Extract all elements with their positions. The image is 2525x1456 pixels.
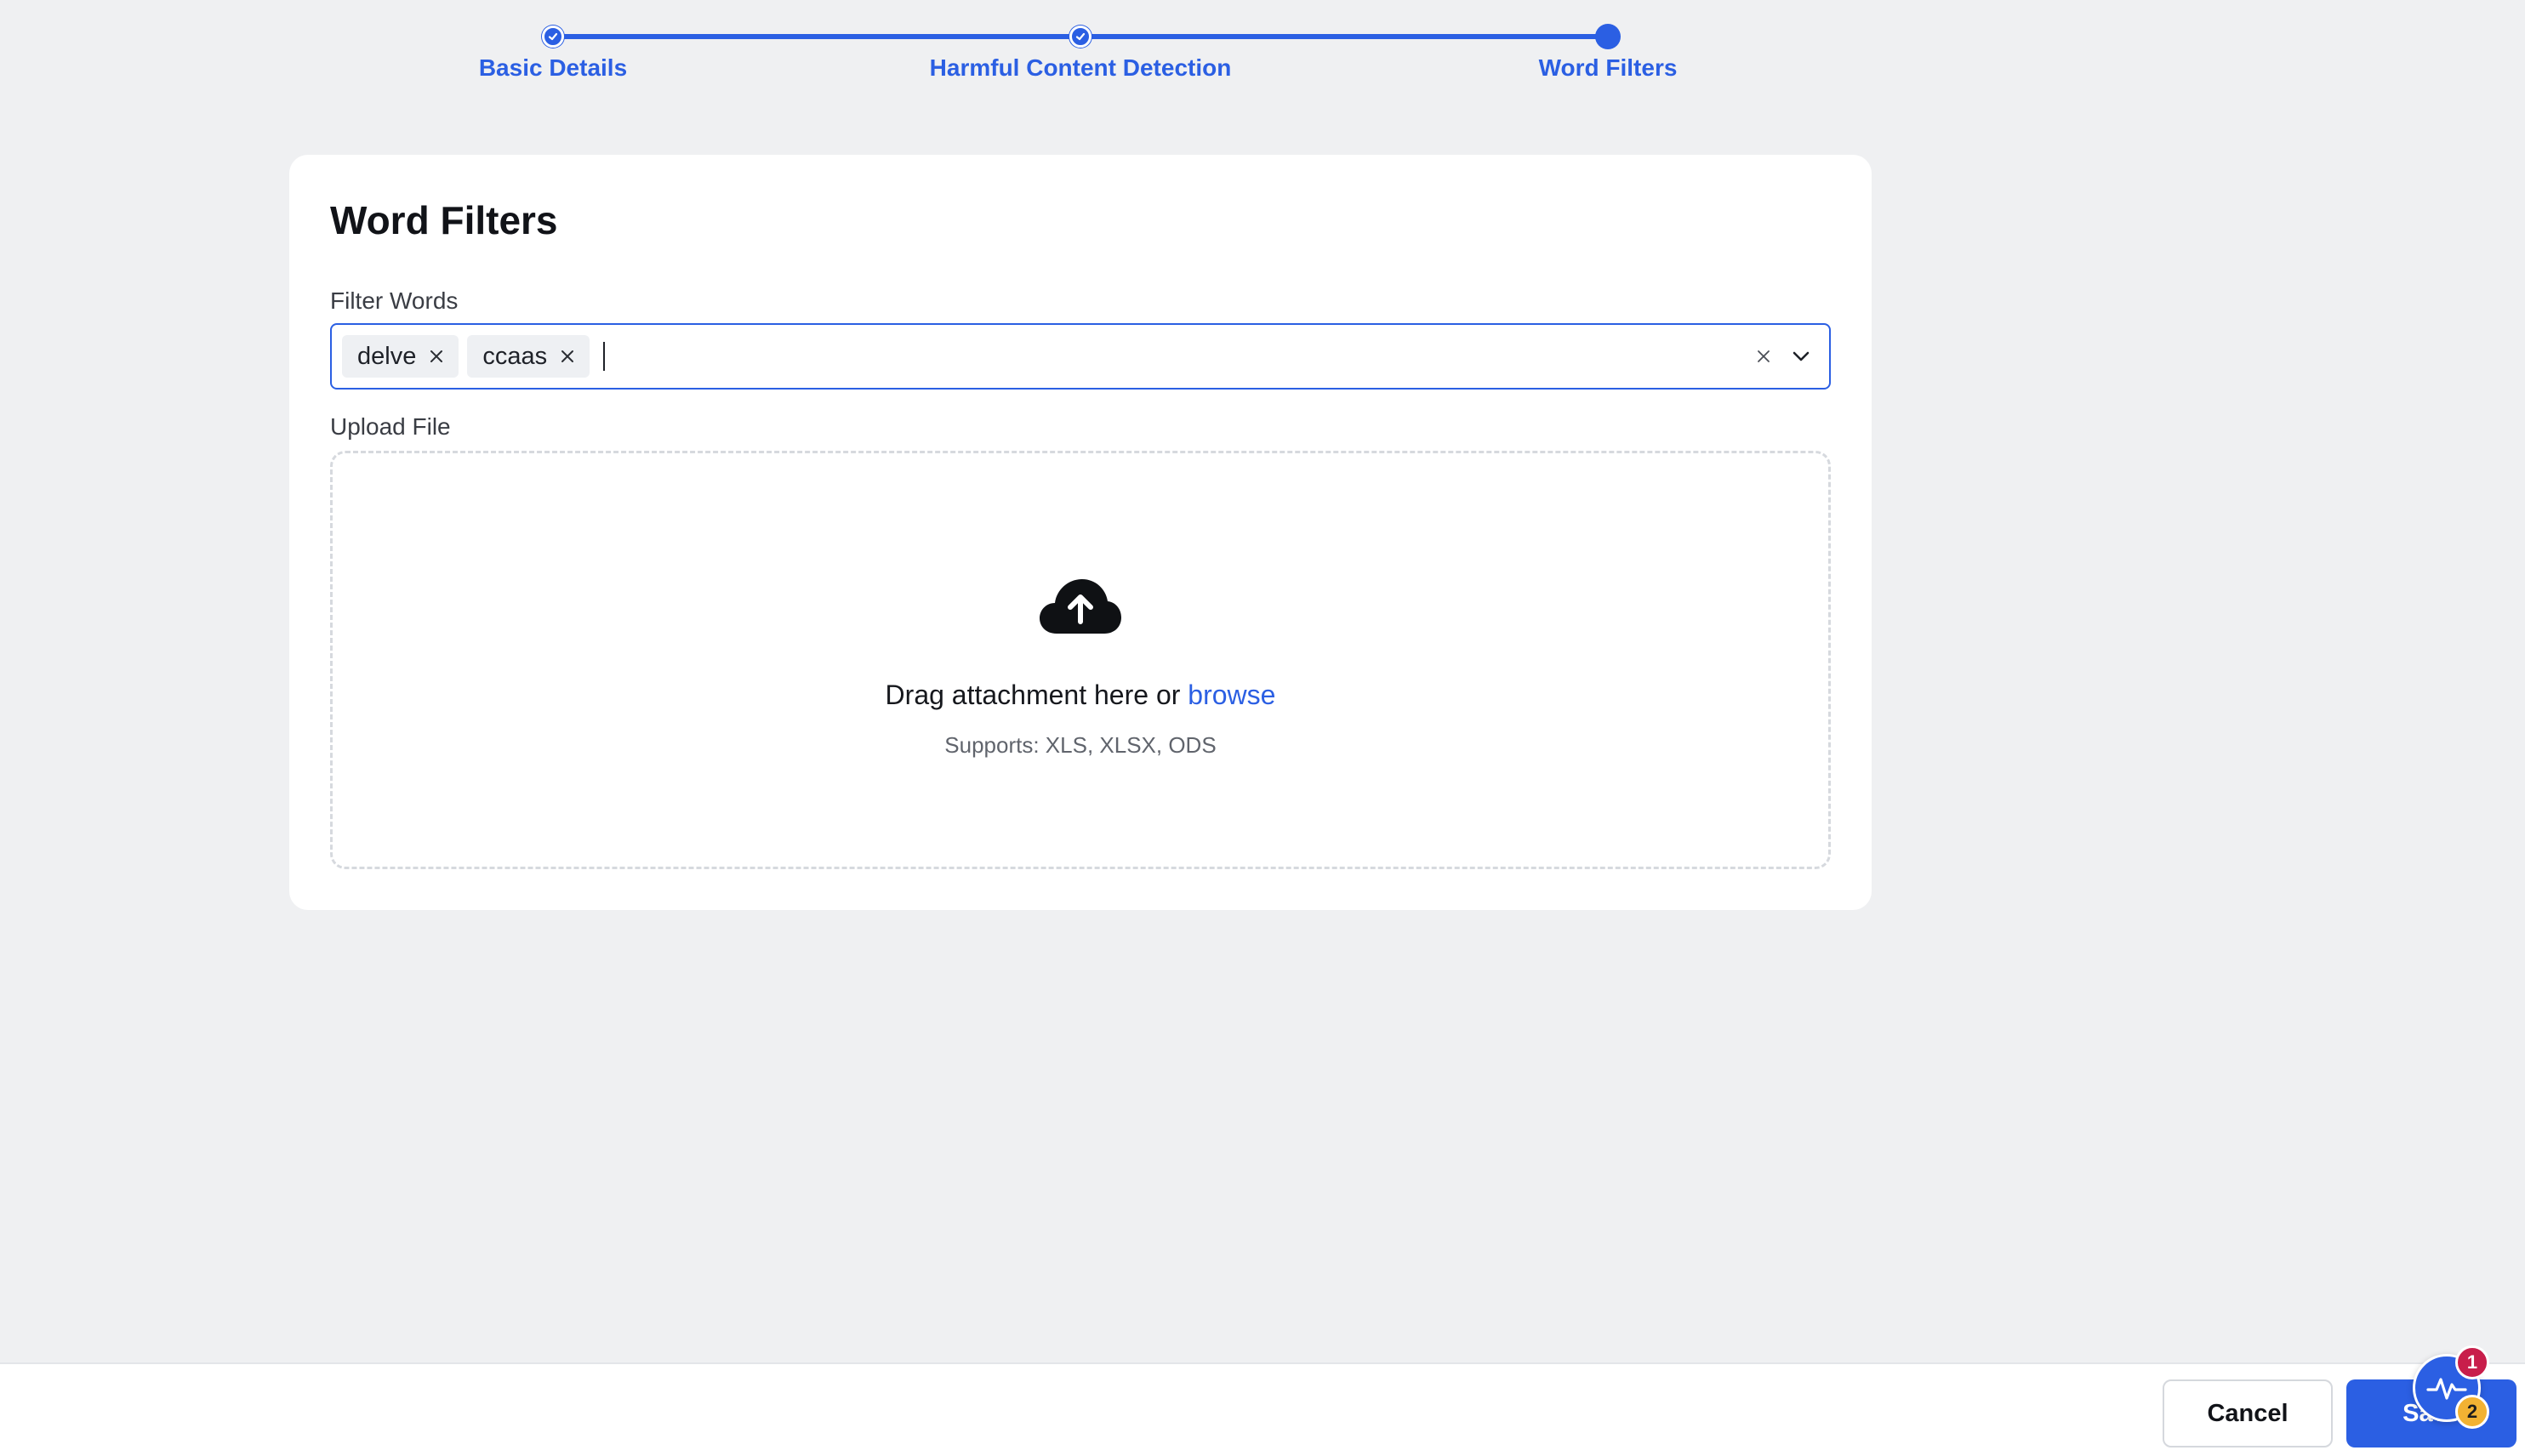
progress-stepper: Basic Details Harmful Content Detection … bbox=[0, 0, 2525, 102]
browse-link[interactable]: browse bbox=[1188, 680, 1275, 710]
step-1-check-icon[interactable] bbox=[542, 26, 564, 48]
supported-formats-text: Supports: XLS, XLSX, ODS bbox=[944, 732, 1217, 758]
cancel-button[interactable]: Cancel bbox=[2163, 1379, 2333, 1447]
drag-instruction: Drag attachment here or browse bbox=[333, 680, 1828, 711]
notification-badge-yellow: 2 bbox=[2455, 1395, 2489, 1429]
filter-tag-ccaas: ccaas bbox=[467, 335, 590, 378]
filter-tag-delve: delve bbox=[342, 335, 459, 378]
check-icon bbox=[1075, 32, 1086, 41]
page: Basic Details Harmful Content Detection … bbox=[0, 0, 2525, 1456]
word-filters-card: Word Filters Filter Words delve ccaas Up… bbox=[289, 155, 1872, 910]
tag-label: delve bbox=[357, 342, 417, 370]
cloud-upload-icon bbox=[1040, 579, 1121, 634]
tag-label: ccaas bbox=[482, 342, 548, 370]
chevron-down-icon[interactable] bbox=[1790, 345, 1812, 367]
drag-text: Drag attachment here or bbox=[885, 680, 1181, 710]
step-label-harmful-content-detection[interactable]: Harmful Content Detection bbox=[930, 54, 1232, 82]
step-connector-1 bbox=[553, 34, 1080, 39]
step-connector-2 bbox=[1080, 34, 1608, 39]
remove-tag-close-icon[interactable] bbox=[559, 348, 576, 365]
notification-badge-red: 1 bbox=[2455, 1345, 2489, 1379]
filter-words-input[interactable]: delve ccaas bbox=[330, 323, 1831, 390]
check-icon bbox=[548, 32, 558, 41]
text-caret bbox=[603, 342, 606, 371]
step-2-check-icon[interactable] bbox=[1069, 26, 1092, 48]
step-label-word-filters[interactable]: Word Filters bbox=[1539, 54, 1678, 82]
step-label-basic-details[interactable]: Basic Details bbox=[479, 54, 627, 82]
footer-bar: Cancel Save bbox=[0, 1362, 2525, 1456]
step-3-current-dot[interactable] bbox=[1595, 24, 1621, 49]
filter-words-label: Filter Words bbox=[330, 287, 459, 314]
clear-all-close-icon[interactable] bbox=[1756, 349, 1771, 364]
card-title: Word Filters bbox=[330, 198, 558, 242]
upload-file-label: Upload File bbox=[330, 413, 451, 440]
remove-tag-close-icon[interactable] bbox=[428, 348, 445, 365]
file-dropzone[interactable]: Drag attachment here or browse Supports:… bbox=[330, 451, 1831, 869]
